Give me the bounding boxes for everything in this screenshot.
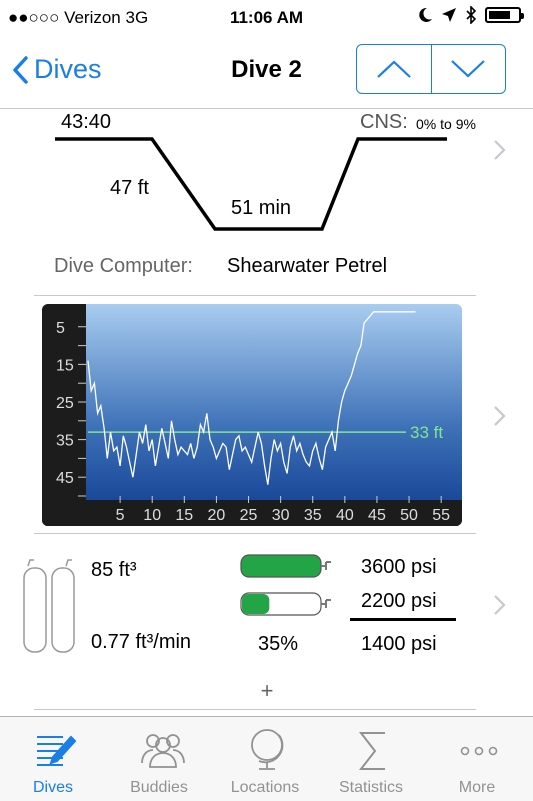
dive-duration: 51 min: [231, 197, 292, 219]
status-icons: [417, 6, 524, 24]
disclosure-chevron-icon: [494, 595, 506, 615]
x-tick-label: 5: [116, 507, 125, 524]
dive-computer-value: Shearwater Petrel: [227, 255, 388, 277]
tab-more[interactable]: More: [424, 717, 530, 801]
buddies-icon: [141, 734, 185, 768]
battery-icon: [485, 7, 524, 23]
pressure-divider: [350, 618, 456, 621]
depth-chart: 5 15 25 35 45 5 10 15 20 25 30 35 40 45 50 55 33 ft: [42, 304, 462, 526]
x-tick-label: 30: [272, 507, 290, 524]
x-tick-label: 10: [143, 507, 161, 524]
prev-next-control: [356, 44, 506, 94]
tab-label: Dives: [32, 779, 73, 796]
x-tick-label: 40: [336, 507, 354, 524]
cns-label: CNS:: [360, 111, 408, 133]
tab-label: Locations: [230, 779, 300, 796]
tab-statistics[interactable]: Statistics: [318, 717, 424, 801]
sigma-icon: [358, 732, 385, 770]
dives-icon: [37, 735, 77, 766]
tank-volume: 85 ft³: [91, 559, 137, 581]
cns-value: 0% to 9%: [416, 116, 476, 132]
y-tick-label: 25: [56, 395, 74, 412]
x-tick-label: 55: [432, 507, 450, 524]
start-tank-gauge: [240, 554, 331, 578]
y-tick-label: 5: [56, 320, 65, 337]
profile-summary-row[interactable]: 43:40 CNS: 0% to 9% 47 ft 51 min Dive Co…: [0, 109, 533, 295]
disclosure-chevron-icon: [494, 406, 506, 426]
tab-locations[interactable]: Locations: [212, 717, 318, 801]
max-depth: 47 ft: [110, 177, 149, 199]
bluetooth-icon: [466, 6, 477, 24]
x-tick-label: 20: [208, 507, 226, 524]
x-tick-label: 45: [368, 507, 386, 524]
end-tank-gauge: [240, 592, 331, 616]
gas-percent: 35%: [258, 633, 299, 655]
tab-label: Buddies: [130, 779, 188, 796]
tank-row[interactable]: 85 ft³ 0.77 ft³/min 35% 3600 psi 2200 ps…: [0, 534, 533, 674]
x-tick-label: 25: [240, 507, 258, 524]
previous-dive-button[interactable]: [357, 45, 432, 93]
end-pressure: 2200 psi: [361, 590, 437, 612]
add-tank-button[interactable]: +: [254, 678, 280, 704]
y-tick-label: 15: [56, 357, 74, 374]
tab-label: More: [458, 779, 496, 796]
status-bar: ●●○○○ Verizon 3G 11:06 AM: [0, 0, 533, 36]
start-pressure: 3600 psi: [361, 556, 437, 578]
sac-rate: 0.77 ft³/min: [91, 631, 192, 653]
location-arrow-icon: [442, 8, 456, 22]
tab-label: Statistics: [338, 779, 403, 796]
double-tank-icon: [23, 559, 75, 653]
globe-icon: [251, 729, 284, 770]
tab-dives[interactable]: Dives: [0, 717, 106, 801]
moon-icon: [419, 7, 432, 22]
tab-buddies[interactable]: Buddies: [106, 717, 212, 801]
more-icon: [460, 746, 498, 756]
x-tick-label: 35: [304, 507, 322, 524]
tab-bar: Dives Buddies Locations Statistics More: [0, 716, 533, 801]
chevron-down-icon: [451, 60, 486, 78]
separator: [34, 709, 476, 710]
x-tick-label: 15: [175, 507, 193, 524]
dive-time: 43:40: [61, 111, 112, 133]
y-tick-label: 45: [56, 470, 74, 487]
x-tick-label: 50: [400, 507, 418, 524]
chevron-up-icon: [376, 60, 411, 78]
disclosure-chevron-icon: [494, 140, 506, 160]
used-pressure: 1400 psi: [361, 633, 437, 655]
average-depth-label: 33 ft: [410, 423, 443, 442]
dive-computer-label: Dive Computer:: [54, 255, 193, 277]
next-dive-button[interactable]: [432, 45, 506, 93]
nav-bar: Dives Dive 2: [0, 36, 533, 109]
y-tick-label: 35: [56, 433, 74, 450]
